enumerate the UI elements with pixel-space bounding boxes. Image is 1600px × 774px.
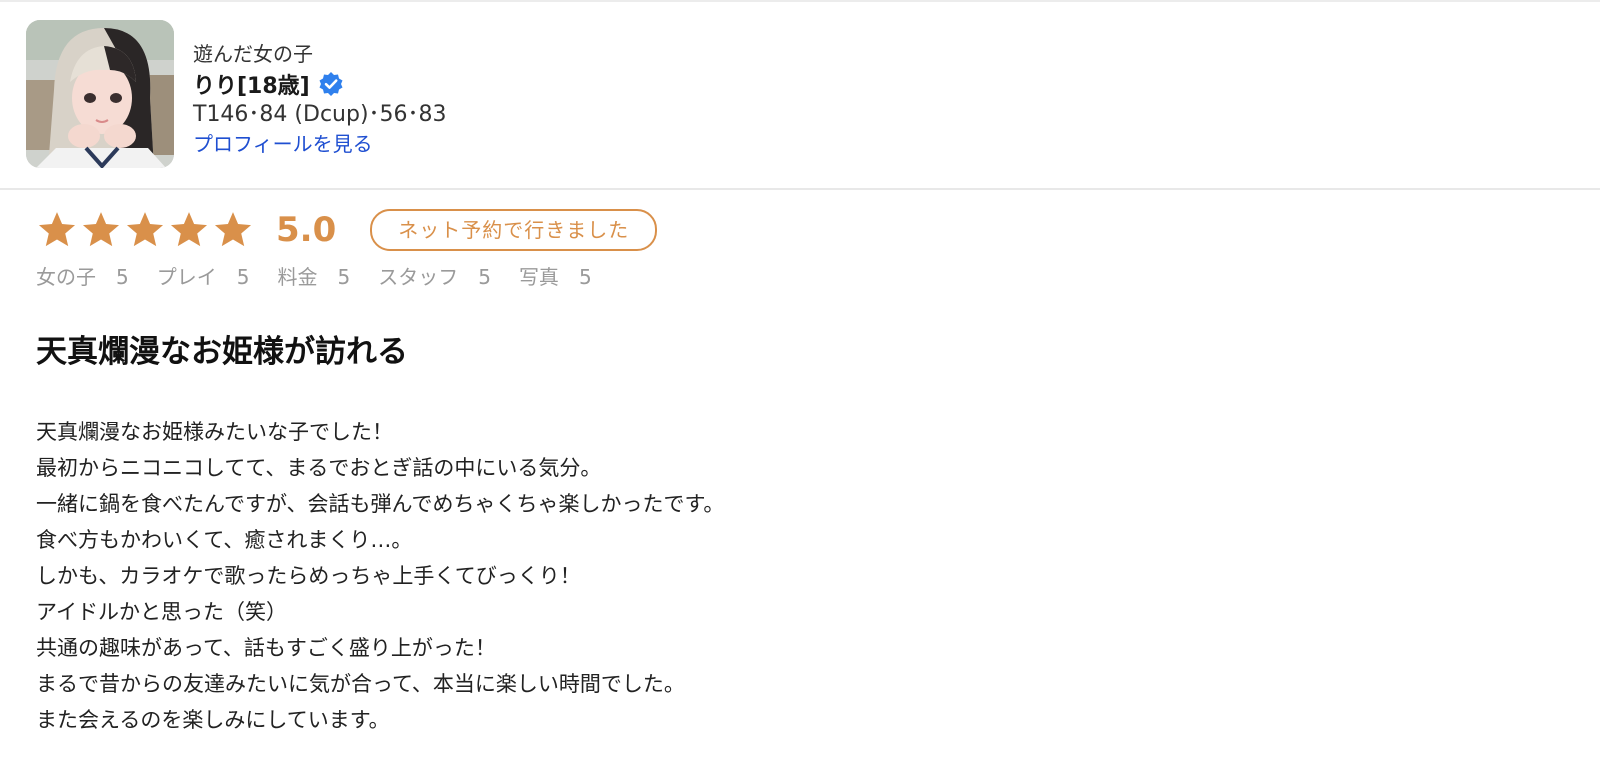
star-icon: [124, 209, 166, 251]
star-rating: [36, 209, 256, 251]
girl-name-row: りり[18歳]: [193, 68, 447, 100]
sub-rating-play: プレイ 5: [157, 262, 250, 292]
girl-info: 遊んだ女の子 りり[18歳] T146･84 (Dcup)･56･83 プロフィ…: [193, 40, 447, 158]
played-girl-label: 遊んだ女の子: [193, 42, 313, 66]
rating-score: 5.0: [276, 210, 337, 250]
review-body: 天真爛漫なお姫様みたいな子でした！ 最初からニコニコしてて、まるでおとぎ話の中に…: [36, 414, 724, 738]
verified-badge-icon: [318, 71, 344, 97]
sub-rating-value: 5: [116, 265, 129, 289]
sub-rating-value: 5: [236, 265, 250, 289]
star-icon: [168, 209, 210, 251]
star-icon: [80, 209, 122, 251]
review-line: 最初からニコニコしてて、まるでおとぎ話の中にいる気分。: [36, 456, 602, 480]
star-icon: [212, 209, 254, 251]
sub-rating-label: スタッフ: [378, 265, 459, 289]
review-line: 食べ方もかわいくて、癒されまくり…。: [36, 528, 413, 552]
girl-card: 遊んだ女の子 りり[18歳] T146･84 (Dcup)･56･83 プロフィ…: [0, 2, 1600, 190]
review-title: 天真爛漫なお姫様が訪れる: [36, 334, 408, 370]
girl-name[interactable]: りり[18歳]: [193, 68, 310, 100]
avatar-photo: [26, 20, 174, 168]
review-line: 一緒に鍋を食べたんですが、会話も弾んでめちゃくちゃ楽しかったです。: [36, 492, 725, 516]
review-line: まるで昔からの友達みたいに気が合って、本当に楽しい時間でした。: [36, 672, 685, 696]
review-line: 共通の趣味があって、話もすごく盛り上がった！: [36, 636, 496, 660]
visit-method-badge: ネット予約で行きました: [370, 209, 658, 251]
rating-row: 5.0 ネット予約で行きました: [36, 208, 658, 252]
sub-rating-staff: スタッフ 5: [378, 262, 491, 292]
sub-rating-label: 女の子: [36, 265, 96, 289]
sub-rating-value: 5: [578, 265, 592, 289]
star-icon: [36, 209, 78, 251]
review-line: また会えるのを楽しみにしています。: [36, 708, 390, 732]
sub-rating-girl: 女の子 5: [36, 262, 129, 292]
sub-rating-label: 写真: [518, 265, 559, 289]
sub-rating-price: 料金 5: [277, 262, 350, 292]
review-line: しかも、カラオケで歌ったらめっちゃ上手くてびっくり！: [36, 564, 581, 588]
review-line: 天真爛漫なお姫様みたいな子でした！: [36, 420, 393, 444]
girl-measurements: T146･84 (Dcup)･56･83: [193, 102, 447, 127]
sub-rating-label: プレイ: [156, 265, 217, 289]
sub-rating-value: 5: [337, 265, 351, 289]
view-profile-link[interactable]: プロフィールを見る: [193, 130, 373, 158]
girl-avatar[interactable]: [26, 20, 174, 168]
sub-ratings: 女の子 5 プレイ 5 料金 5 スタッフ 5 写真 5: [36, 262, 620, 292]
sub-rating-label: 料金: [277, 265, 318, 289]
sub-rating-photo: 写真 5: [519, 262, 592, 292]
sub-rating-value: 5: [478, 265, 491, 289]
review-line: アイドルかと思った（笑）: [36, 600, 287, 624]
